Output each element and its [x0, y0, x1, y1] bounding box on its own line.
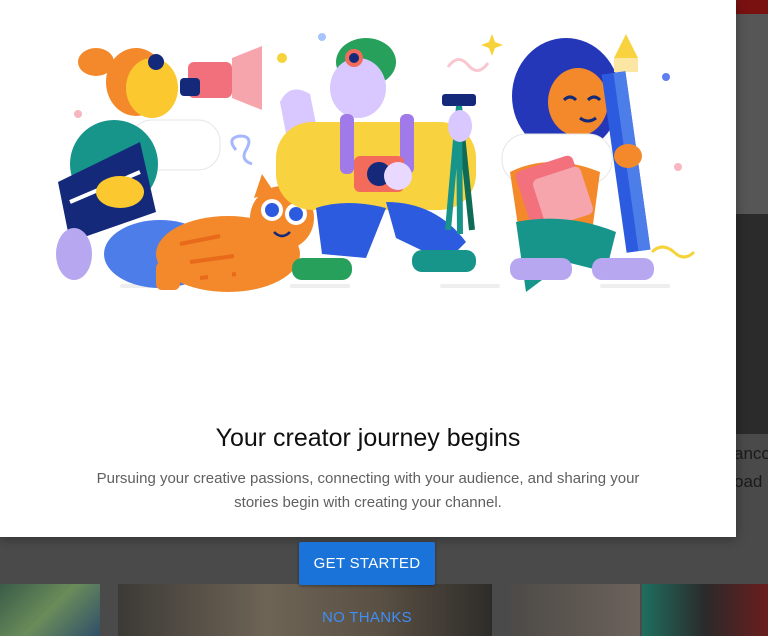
creators-illustration-icon	[56, 33, 696, 292]
background-text-line: anco	[734, 444, 768, 463]
background-text-line: oad	[734, 472, 763, 491]
background-thumbnail	[510, 584, 640, 636]
background-side-panel	[736, 14, 768, 214]
background-header-strip	[736, 0, 768, 14]
create-channel-dialog: Your creator journey begins Pursuing you…	[0, 0, 736, 537]
background-thumbnail	[0, 584, 100, 636]
background-thumbnail	[642, 584, 768, 636]
dialog-title: Your creator journey begins	[215, 424, 521, 452]
background-video-thumbnail	[736, 214, 768, 434]
background-video-title: anco oad	[734, 440, 768, 496]
no-thanks-button[interactable]: NO THANKS	[299, 602, 435, 632]
dialog-description: Pursuing your creative passions, connect…	[96, 470, 640, 511]
get-started-button[interactable]: GET STARTED	[299, 542, 435, 585]
